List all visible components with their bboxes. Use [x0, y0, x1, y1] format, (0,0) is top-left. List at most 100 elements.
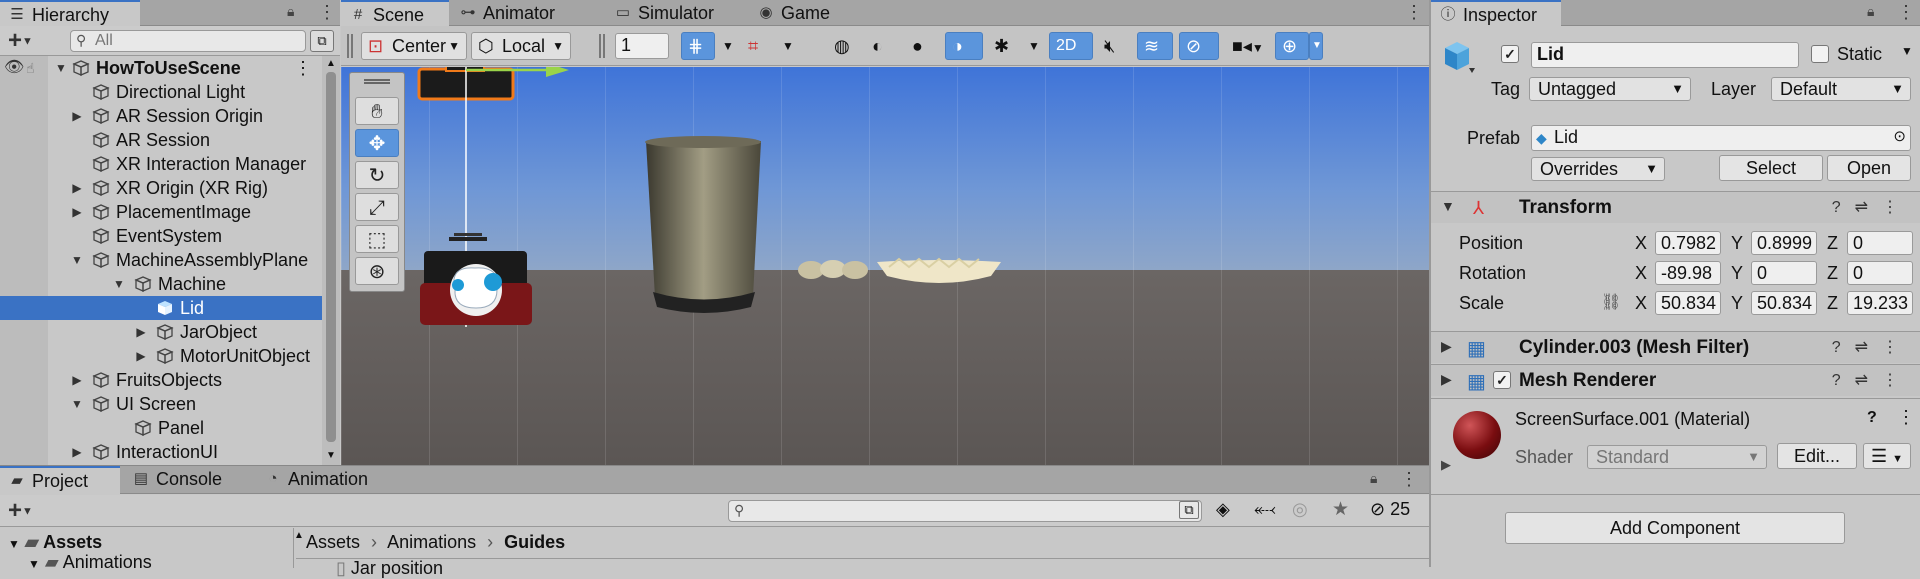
- hierarchy-item[interactable]: ▶ InteractionUI: [0, 440, 322, 464]
- fold-right-icon[interactable]: ▶: [134, 320, 148, 344]
- create-asset-button[interactable]: +▼: [8, 497, 33, 525]
- hidden-packages-toggle[interactable]: ⊘ 25: [1370, 499, 1410, 520]
- breadcrumb-animations[interactable]: Animations: [387, 532, 476, 552]
- kebab-icon[interactable]: ⋮: [1882, 339, 1912, 356]
- gizmos-button[interactable]: ⊕: [1275, 32, 1309, 60]
- wireframe-shading-button[interactable]: ◍: [827, 32, 861, 60]
- rotation-x-field[interactable]: -89.98: [1655, 261, 1721, 285]
- hierarchy-item[interactable]: ▶ JarObject: [0, 320, 322, 344]
- hierarchy-item[interactable]: AR Session: [0, 128, 322, 152]
- lock-icon[interactable]: 🔒︎: [287, 3, 303, 21]
- fold-right-icon[interactable]: ▶: [70, 440, 84, 464]
- pivot-center-dropdown[interactable]: ⊡ Center ▼: [361, 32, 467, 60]
- visibility-eye-icon[interactable]: 👁︎: [4, 56, 24, 80]
- tree-item-animations[interactable]: ▼ ▰ Animations: [28, 552, 152, 573]
- search-mode-icon[interactable]: ⧉: [1179, 501, 1199, 519]
- move-tool-button[interactable]: ✥: [355, 129, 399, 157]
- shaded-button[interactable]: ◑: [945, 32, 983, 60]
- space-local-dropdown[interactable]: ⬡ Local ▼: [471, 32, 571, 60]
- kebab-icon[interactable]: ⋮: [1882, 199, 1912, 216]
- settings-icon[interactable]: ⇌: [1855, 372, 1882, 389]
- breadcrumb-assets[interactable]: Assets: [306, 532, 360, 552]
- scale-y-field[interactable]: 50.834: [1751, 291, 1817, 315]
- tree-item-assets[interactable]: ▼ ▰ Assets: [8, 532, 102, 553]
- help-icon[interactable]: ?: [1832, 199, 1855, 216]
- hierarchy-item[interactable]: ▶ XR Origin (XR Rig): [0, 176, 322, 200]
- tab-animator[interactable]: ⊶ Animator: [451, 0, 596, 26]
- scene-viewport[interactable]: ✋︎ ✥ ↻ ⤢ ⬚ ⊛: [341, 67, 1429, 465]
- mesh-renderer-enabled-checkbox[interactable]: ✓: [1493, 371, 1511, 389]
- fold-down-icon[interactable]: ▼: [112, 272, 126, 296]
- fold-down-icon[interactable]: ▼: [70, 392, 84, 416]
- position-y-field[interactable]: 0.8999: [1751, 231, 1817, 255]
- fold-right-icon[interactable]: ▶: [1441, 457, 1451, 473]
- open-button[interactable]: Open: [1827, 155, 1911, 181]
- scale-tool-button[interactable]: ⤢: [355, 193, 399, 221]
- shader-dropdown[interactable]: Standard ▼: [1587, 445, 1767, 469]
- hierarchy-item[interactable]: EventSystem: [0, 224, 322, 248]
- kebab-icon[interactable]: ⋮: [294, 56, 312, 80]
- add-component-button[interactable]: Add Component: [1505, 512, 1845, 544]
- hierarchy-search-input[interactable]: ⚲ All: [70, 30, 306, 52]
- fold-right-icon[interactable]: ▶: [70, 368, 84, 392]
- transform-tool-button[interactable]: ⊛: [355, 257, 399, 285]
- component-actions[interactable]: ?⇌⋮: [1832, 370, 1912, 390]
- settings-icon[interactable]: ⇌: [1855, 339, 1882, 356]
- audio-mute-button[interactable]: 🔇︎: [1097, 32, 1133, 60]
- overrides-dropdown[interactable]: Overrides ▼: [1531, 157, 1665, 181]
- hierarchy-item[interactable]: ▼ UI Screen: [0, 392, 322, 416]
- static-checkbox[interactable]: [1811, 45, 1829, 63]
- hierarchy-item[interactable]: ▶ PlacementImage: [0, 200, 322, 224]
- hierarchy-item[interactable]: Lid: [0, 296, 322, 320]
- tab-project[interactable]: ▰ Project: [0, 466, 120, 494]
- kebab-icon[interactable]: ⋮: [1897, 407, 1915, 428]
- hierarchy-item[interactable]: ▼ HowToUseScene 👁︎ ☝︎ ⋮: [0, 56, 322, 80]
- shaded-wire-button[interactable]: ◐: [865, 32, 899, 60]
- hierarchy-item[interactable]: ▼ Machine: [0, 272, 322, 296]
- increment-snap-button[interactable]: ⌗: [741, 32, 775, 60]
- tab-console[interactable]: ▤ Console: [124, 466, 254, 492]
- search-by-type-icon[interactable]: ◈: [1216, 499, 1230, 520]
- hierarchy-scroll-thumb[interactable]: [326, 72, 336, 442]
- rect-tool-button[interactable]: ⬚: [355, 225, 399, 253]
- kebab-icon[interactable]: ⋮: [1882, 372, 1912, 389]
- file-item[interactable]: ▯ Jar position: [336, 558, 443, 579]
- component-actions[interactable]: ?⇌⋮: [1832, 197, 1912, 217]
- pickable-hand-icon[interactable]: ☝︎: [26, 56, 35, 80]
- hierarchy-item[interactable]: Panel: [0, 416, 322, 440]
- hierarchy-item[interactable]: Directional Light: [0, 80, 322, 104]
- scale-z-field[interactable]: 19.233: [1847, 291, 1913, 315]
- position-x-field[interactable]: 0.7982: [1655, 231, 1721, 255]
- edit-shader-button[interactable]: Edit...: [1777, 443, 1857, 469]
- settings-icon[interactable]: ⇌: [1855, 199, 1882, 216]
- favorite-star-icon[interactable]: ★: [1332, 498, 1349, 521]
- tag-dropdown[interactable]: Untagged ▼: [1529, 77, 1691, 101]
- scroll-down-icon[interactable]: ▼: [326, 450, 336, 461]
- grid-size-input[interactable]: 1: [615, 33, 669, 59]
- fold-right-icon[interactable]: ▶: [70, 200, 84, 224]
- hierarchy-item[interactable]: ▶ AR Session Origin: [0, 104, 322, 128]
- gizmos-dropdown[interactable]: ▼: [1309, 32, 1323, 60]
- grid-snap-button[interactable]: ⋕: [681, 32, 715, 60]
- debug-draw-button[interactable]: ✱: [987, 32, 1021, 60]
- search-by-label-icon[interactable]: ⬷: [1254, 499, 1276, 520]
- mesh-filter-header[interactable]: ▶ ▦ Cylinder.003 (Mesh Filter) ?⇌⋮: [1431, 331, 1920, 363]
- camera-settings-button[interactable]: ■◂▼: [1225, 32, 1271, 60]
- draw-mode-dropdown[interactable]: ▼: [1021, 32, 1041, 60]
- help-icon[interactable]: ?: [1832, 339, 1855, 356]
- tab-scene[interactable]: # Scene: [341, 0, 449, 26]
- project-search-input[interactable]: ⚲ ⧉: [728, 500, 1202, 522]
- view-tool-button[interactable]: ✋︎: [355, 97, 399, 125]
- effects-button[interactable]: ≋: [1137, 32, 1173, 60]
- help-icon[interactable]: ?: [1832, 372, 1855, 389]
- active-checkbox[interactable]: ✓: [1501, 45, 1519, 63]
- scale-x-field[interactable]: 50.834: [1655, 291, 1721, 315]
- tab-inspector[interactable]: ⓘ Inspector: [1431, 0, 1561, 26]
- fold-right-icon[interactable]: ▶: [134, 344, 148, 368]
- add-object-button[interactable]: +▼: [8, 27, 33, 55]
- static-dropdown[interactable]: ▼: [1901, 44, 1913, 58]
- tab-game[interactable]: ◉ Game: [749, 0, 859, 26]
- hierarchy-scrollbar[interactable]: ▲ ▼: [322, 56, 340, 465]
- search-by-importer-icon[interactable]: ◎: [1292, 499, 1308, 520]
- shader-menu-button[interactable]: ☰ ▼: [1863, 443, 1911, 469]
